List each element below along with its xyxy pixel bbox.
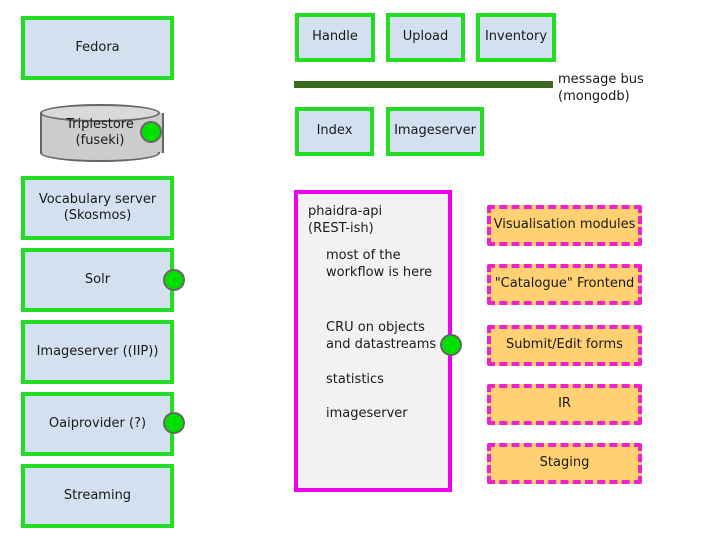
frontend-label: Staging: [539, 455, 590, 471]
frontend-label: "Catalogue" Frontend: [494, 276, 635, 292]
frontend-box-catalogue-frontend[interactable]: "Catalogue" Frontend: [487, 264, 642, 305]
api-container-phaidra-api[interactable]: phaidra-api (REST-ish) most of the workf…: [294, 190, 452, 492]
service-label: Fedora: [75, 39, 120, 55]
frontend-box-ir[interactable]: IR: [487, 384, 642, 425]
bus-service-box-inventory[interactable]: Inventory: [476, 13, 556, 62]
service-box-oaiprovider[interactable]: Oaiprovider (?): [21, 392, 174, 456]
service-label: Streaming: [63, 487, 132, 503]
connector-dot-solr[interactable]: [163, 269, 185, 291]
api-title: phaidra-api (REST-ish): [308, 204, 383, 236]
api-note-cru: CRU on objects and datastreams: [326, 320, 437, 352]
service-label: Solr: [84, 271, 111, 287]
service-box-fedora[interactable]: Fedora: [21, 16, 174, 80]
service-label: Imageserver ((IIP)): [36, 343, 159, 359]
connector-dot-phaidra-api[interactable]: [440, 334, 462, 356]
message-bus-bar: [294, 81, 553, 88]
bus-service-box-imageserver[interactable]: Imageserver: [386, 107, 484, 156]
bus-service-label: Handle: [312, 29, 358, 45]
api-note-workflow: most of the workflow is here: [326, 248, 433, 280]
service-label: Oaiprovider (?): [48, 415, 147, 431]
architecture-diagram: Fedora Triplestore (fuseki) Vocabulary s…: [0, 0, 720, 540]
api-note-statistics: statistics: [326, 372, 384, 387]
service-box-streaming[interactable]: Streaming: [21, 464, 174, 528]
frontend-label: Visualisation modules: [493, 217, 636, 233]
frontend-label: Submit/Edit forms: [506, 337, 623, 353]
bus-service-box-handle[interactable]: Handle: [295, 13, 375, 62]
bus-service-label: Imageserver: [394, 123, 476, 139]
service-box-imageserver-iip[interactable]: Imageserver ((IIP)): [21, 320, 174, 384]
api-note-imageserver: imageserver: [326, 406, 408, 421]
bus-service-label: Index: [316, 123, 353, 139]
frontend-box-staging[interactable]: Staging: [487, 443, 642, 484]
connector-dot-oaiprovider[interactable]: [163, 412, 185, 434]
frontend-box-visualisation-modules[interactable]: Visualisation modules: [487, 205, 642, 246]
bus-service-box-upload[interactable]: Upload: [386, 13, 465, 62]
bus-service-label: Upload: [402, 29, 449, 45]
service-box-solr[interactable]: Solr: [21, 248, 174, 312]
frontend-label: IR: [558, 396, 571, 412]
bus-service-box-index[interactable]: Index: [295, 107, 374, 156]
message-bus-label: message bus (mongodb): [558, 72, 644, 104]
connector-dot-triplestore[interactable]: [140, 121, 162, 143]
frontend-box-submit-edit-forms[interactable]: Submit/Edit forms: [487, 325, 642, 366]
service-label: Vocabulary server (Skosmos): [38, 191, 157, 223]
bus-service-label: Inventory: [484, 29, 548, 45]
service-box-vocabulary-server[interactable]: Vocabulary server (Skosmos): [21, 176, 174, 240]
